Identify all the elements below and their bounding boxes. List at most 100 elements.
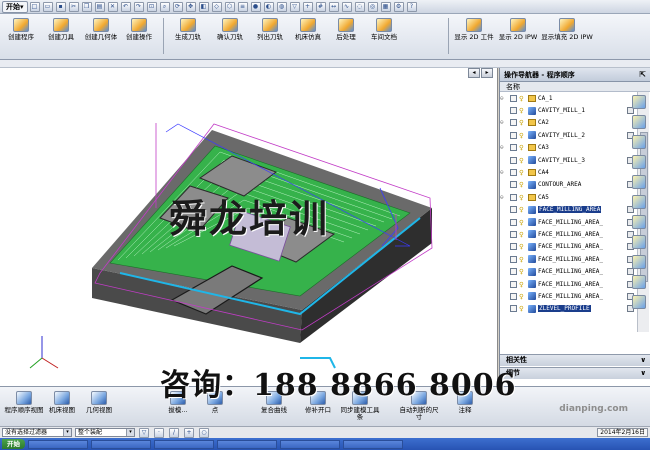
taskbar-item[interactable]: [91, 439, 151, 449]
checkbox[interactable]: [510, 268, 517, 276]
shaded-view-icon[interactable]: ◧: [198, 1, 209, 12]
create-program-button[interactable]: 创建程序: [2, 16, 40, 56]
postprocess-button[interactable]: 后处理: [328, 16, 364, 56]
analysis-icon[interactable]: ∿: [341, 1, 352, 12]
create-operation-button[interactable]: 创建操作: [120, 16, 158, 56]
save-icon[interactable]: ▪: [55, 1, 66, 12]
group-icon[interactable]: ▦: [380, 1, 391, 12]
tree-row-operation[interactable]: ♀ ZLEVEL_PROFILE: [500, 303, 637, 315]
roles-icon[interactable]: [632, 255, 646, 269]
delete-icon[interactable]: ✕: [107, 1, 118, 12]
create-tool-button[interactable]: 创建刀具: [42, 16, 80, 56]
operation-navigator-icon[interactable]: [632, 275, 646, 289]
tree-row-group[interactable]: ⊖ ♀ CA5: [500, 191, 637, 203]
open-folder-icon[interactable]: ▭: [42, 1, 53, 12]
render-icon[interactable]: ◍: [276, 1, 287, 12]
os-start-button[interactable]: 开始: [2, 439, 25, 449]
checkbox[interactable]: [510, 193, 517, 201]
paste-icon[interactable]: ▤: [94, 1, 105, 12]
generate-toolpath-button[interactable]: 生成刀轨: [168, 16, 208, 56]
checkbox[interactable]: [510, 94, 517, 102]
undo-icon[interactable]: ↶: [120, 1, 131, 12]
taskbar-item[interactable]: [154, 439, 214, 449]
geometry-view-button[interactable]: 几何视图: [80, 389, 118, 425]
help-icon[interactable]: ?: [406, 1, 417, 12]
machine-simulation-button[interactable]: 机床仿真: [288, 16, 328, 56]
redo-icon[interactable]: ↷: [133, 1, 144, 12]
assembly-navigator-icon[interactable]: [632, 95, 646, 109]
history-icon[interactable]: [632, 195, 646, 209]
measure-icon[interactable]: ↔: [328, 1, 339, 12]
collapse-icon[interactable]: ⊖: [500, 194, 510, 201]
checkbox[interactable]: [510, 292, 517, 300]
shop-documentation-button[interactable]: 车间文档: [364, 16, 404, 56]
tree-row-group[interactable]: ⊖ ♀ CA4: [500, 166, 637, 178]
program-order-view-button[interactable]: 程序顺序视图: [4, 389, 44, 425]
checkbox[interactable]: [510, 255, 517, 263]
zoom-icon[interactable]: ⌕: [159, 1, 170, 12]
part-navigator-icon[interactable]: [632, 135, 646, 149]
scope-select[interactable]: 整个装配 ▾: [75, 428, 135, 437]
display-icon[interactable]: ◐: [263, 1, 274, 12]
taskbar-item[interactable]: [280, 439, 340, 449]
tree-row-operation[interactable]: ♀ FACE_MILLING_AREA_: [500, 228, 637, 240]
tree-row-operation[interactable]: ♀ CAVITY_MILL_3: [500, 154, 637, 166]
tree-row-operation[interactable]: ♀ FACE_MILLING_AREA_: [500, 290, 637, 302]
new-file-icon[interactable]: □: [29, 1, 40, 12]
center-point-icon[interactable]: ○: [199, 427, 209, 438]
list-toolpath-button[interactable]: 列出刀轨: [250, 16, 290, 56]
grid-icon[interactable]: #: [315, 1, 326, 12]
display-filled-2d-ipw-button[interactable]: 显示填充 2D IPW: [541, 16, 593, 56]
expand-icon[interactable]: ∨: [640, 368, 646, 379]
mid-point-icon[interactable]: +: [184, 427, 194, 438]
checkbox[interactable]: [510, 218, 517, 226]
tree-row-group[interactable]: ⊖ ♀ CA2: [500, 117, 637, 129]
show-icon[interactable]: ◎: [367, 1, 378, 12]
hide-icon[interactable]: ◌: [354, 1, 365, 12]
tree-row-operation[interactable]: ♀ CAVITY_MILL_2: [500, 129, 637, 141]
collapse-left-icon[interactable]: ◂: [468, 68, 480, 78]
tree-row-group[interactable]: ⊖ ♀ CA_1: [500, 92, 637, 104]
display-2d-workpiece-button[interactable]: 显示 2D 工件: [453, 16, 495, 56]
tree-row-operation[interactable]: ♀ FACE_MILLING_AREA_: [500, 278, 637, 290]
graphics-viewport[interactable]: ◂ ▸ 舜龙培训: [0, 68, 498, 386]
filter-icon[interactable]: ▽: [289, 1, 300, 12]
checkbox[interactable]: [510, 131, 517, 139]
taskbar-item[interactable]: [217, 439, 277, 449]
checkbox[interactable]: [510, 243, 517, 251]
snap-icon[interactable]: +: [302, 1, 313, 12]
process-studio-icon[interactable]: [632, 235, 646, 249]
start-menu-button[interactable]: 开始 ▾: [2, 0, 28, 13]
taskbar-item[interactable]: [343, 439, 403, 449]
type-filter-select[interactable]: 没有选择过滤器 ▾: [2, 428, 72, 437]
checkbox[interactable]: [510, 119, 517, 127]
wireframe-icon[interactable]: ◇: [211, 1, 222, 12]
tree-row-operation[interactable]: ♀ CONTOUR_AREA: [500, 179, 637, 191]
constraint-navigator-icon[interactable]: [632, 115, 646, 129]
collapse-icon[interactable]: ⊖: [500, 95, 510, 102]
copy-icon[interactable]: ❐: [81, 1, 92, 12]
details-panel-header[interactable]: 细节 ∨: [500, 367, 650, 379]
reuse-library-icon[interactable]: [632, 155, 646, 169]
checkbox[interactable]: [510, 181, 517, 189]
snap-point-icon[interactable]: ·: [154, 427, 164, 438]
pin-icon[interactable]: ⇱: [639, 70, 646, 79]
related-panel-header[interactable]: 相关性 ∨: [500, 354, 650, 366]
collapse-right-icon[interactable]: ▸: [481, 68, 493, 78]
settings-icon[interactable]: ⚙: [393, 1, 404, 12]
navigator-column-header[interactable]: 名称: [500, 82, 650, 92]
tree-row-operation[interactable]: ♀ FACE_MILLING_AREA_: [500, 265, 637, 277]
tree-row-operation[interactable]: ♀ FACE_MILLING_AREA_: [500, 253, 637, 265]
fit-view-icon[interactable]: ⊡: [146, 1, 157, 12]
layer-icon[interactable]: ≡: [237, 1, 248, 12]
checkbox[interactable]: [510, 144, 517, 152]
checkbox[interactable]: [510, 107, 517, 115]
system-materials-icon[interactable]: [632, 215, 646, 229]
cut-icon[interactable]: ✂: [68, 1, 79, 12]
web-browser-icon[interactable]: [632, 175, 646, 189]
checkbox[interactable]: [510, 230, 517, 238]
color-icon[interactable]: ●: [250, 1, 261, 12]
taskbar-item[interactable]: [28, 439, 88, 449]
collapse-icon[interactable]: ⊖: [500, 119, 510, 126]
create-geometry-button[interactable]: 创建几何体: [82, 16, 120, 56]
